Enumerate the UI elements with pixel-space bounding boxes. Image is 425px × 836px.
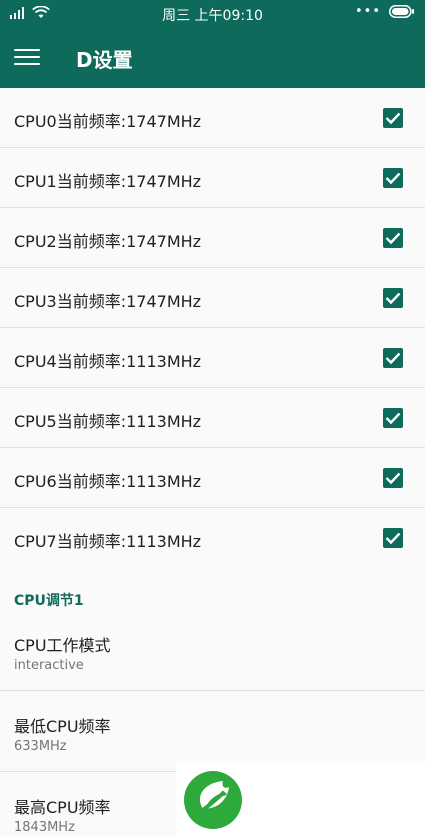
cpu3-label: CPU3当前频率:1747MHz bbox=[14, 292, 202, 311]
cpu6-label: CPU6当前频率:1113MHz bbox=[14, 472, 202, 491]
cpu6-row[interactable]: CPU6当前频率:1113MHz bbox=[0, 448, 425, 508]
leaf-logo-icon bbox=[184, 771, 242, 829]
checkmark-icon bbox=[385, 532, 401, 545]
cpu6-checkbox[interactable] bbox=[383, 468, 403, 488]
cpu7-row[interactable]: CPU7当前频率:1113MHz bbox=[0, 508, 425, 568]
cpu2-checkbox[interactable] bbox=[383, 228, 403, 248]
pref-title: 最高CPU频率 bbox=[14, 798, 111, 817]
cpu4-label: CPU4当前频率:1113MHz bbox=[14, 352, 202, 371]
status-bar: 周三 上午09:10 ••• bbox=[0, 0, 425, 28]
app-bar: D设置 bbox=[0, 28, 425, 88]
cpu7-checkbox[interactable] bbox=[383, 528, 403, 548]
checkmark-icon bbox=[385, 232, 401, 245]
pref-summary: interactive bbox=[14, 658, 84, 673]
pref-cpu-governor[interactable]: CPU工作模式 interactive bbox=[0, 610, 425, 691]
cpu0-row[interactable]: CPU0当前频率:1747MHz bbox=[0, 88, 425, 148]
pref-summary: 633MHz bbox=[14, 739, 67, 754]
pref-title: 最低CPU频率 bbox=[14, 717, 111, 736]
pref-title: CPU工作模式 bbox=[14, 636, 111, 655]
section-header-cpu-tuning: CPU调节1 bbox=[14, 593, 84, 609]
cpu-frequency-list: CPU0当前频率:1747MHz CPU1当前频率:1747MHz CPU2当前… bbox=[0, 88, 425, 568]
checkmark-icon bbox=[385, 292, 401, 305]
cpu3-row[interactable]: CPU3当前频率:1747MHz bbox=[0, 268, 425, 328]
cpu2-label: CPU2当前频率:1747MHz bbox=[14, 232, 202, 251]
checkmark-icon bbox=[385, 352, 401, 365]
cpu0-checkbox[interactable] bbox=[383, 108, 403, 128]
hamburger-menu-icon[interactable] bbox=[14, 46, 40, 68]
cpu1-label: CPU1当前频率:1747MHz bbox=[14, 172, 202, 191]
battery-icon bbox=[389, 5, 414, 18]
cpu1-row[interactable]: CPU1当前频率:1747MHz bbox=[0, 148, 425, 208]
cpu4-row[interactable]: CPU4当前频率:1113MHz bbox=[0, 328, 425, 388]
cpu5-row[interactable]: CPU5当前频率:1113MHz bbox=[0, 388, 425, 448]
checkmark-icon bbox=[385, 172, 401, 185]
pref-min-cpu-freq[interactable]: 最低CPU频率 633MHz bbox=[0, 691, 425, 772]
cpu5-label: CPU5当前频率:1113MHz bbox=[14, 412, 202, 431]
status-right: ••• bbox=[355, 4, 415, 19]
cpu5-checkbox[interactable] bbox=[383, 408, 403, 428]
pref-summary: 1843MHz bbox=[14, 820, 75, 835]
cpu1-checkbox[interactable] bbox=[383, 168, 403, 188]
watermark-logo-panel bbox=[176, 761, 425, 836]
status-dots: ••• bbox=[354, 4, 381, 19]
checkmark-icon bbox=[385, 472, 401, 485]
checkmark-icon bbox=[385, 112, 401, 125]
cpu0-label: CPU0当前频率:1747MHz bbox=[14, 112, 202, 131]
cpu2-row[interactable]: CPU2当前频率:1747MHz bbox=[0, 208, 425, 268]
cpu4-checkbox[interactable] bbox=[383, 348, 403, 368]
page-title: D设置 bbox=[76, 48, 133, 72]
checkmark-icon bbox=[385, 412, 401, 425]
cpu3-checkbox[interactable] bbox=[383, 288, 403, 308]
cpu7-label: CPU7当前频率:1113MHz bbox=[14, 532, 202, 551]
